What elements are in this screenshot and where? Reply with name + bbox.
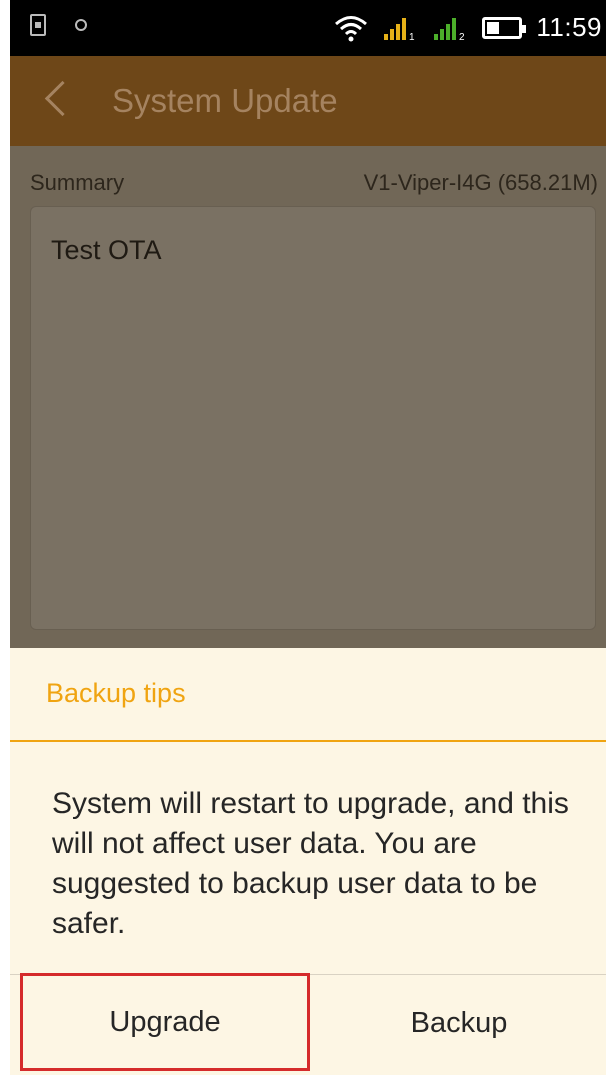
backup-tips-dialog: Backup tips System will restart to upgra… (10, 648, 606, 1075)
dialog-divider (10, 740, 606, 742)
signal-sim2-icon: 2 (434, 17, 465, 42)
status-bar: 1 2 11:59 (10, 0, 606, 56)
wifi-icon (335, 15, 368, 41)
version-label: V1-Viper-I4G (658.21M) (363, 170, 598, 195)
summary-text: Test OTA (51, 235, 162, 265)
dialog-message: System will restart to upgrade, and this… (52, 787, 569, 940)
svg-text:1: 1 (409, 32, 415, 42)
app-bar: System Update (10, 56, 606, 146)
summary-card: Test OTA (30, 206, 596, 630)
upgrade-button[interactable]: Upgrade (20, 973, 310, 1071)
brightness-icon (70, 14, 92, 36)
clock: 11:59 (536, 12, 602, 42)
battery-icon (482, 16, 527, 39)
image-notification-icon (30, 14, 46, 36)
backup-button[interactable]: Backup (310, 975, 606, 1071)
dialog-title: Backup tips (46, 678, 186, 708)
chevron-left-icon[interactable] (44, 80, 81, 117)
signal-sim1-icon: 1 (384, 17, 415, 42)
page-title: System Update (112, 82, 338, 119)
summary-label: Summary (30, 170, 125, 195)
svg-text:2: 2 (459, 32, 465, 42)
